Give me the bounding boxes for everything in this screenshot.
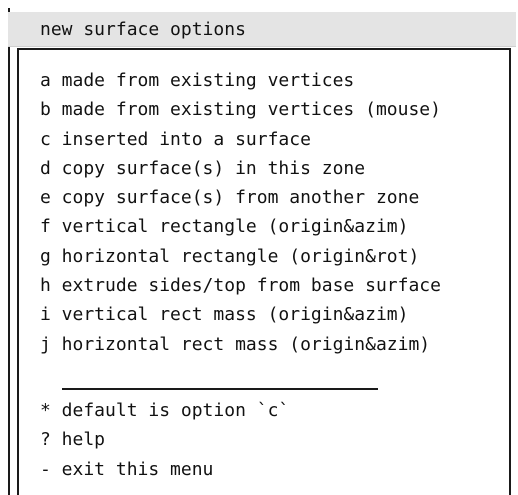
menu-options-list: a made from existing vertices b made fro… [40, 66, 441, 359]
menu-footer-list: * default is option `c` ? help - exit th… [40, 396, 289, 484]
left-edge-line [8, 8, 10, 495]
menu-item-j[interactable]: j horizontal rect mass (origin&azim) [40, 330, 441, 359]
help-item[interactable]: ? help [40, 425, 289, 454]
menu-item-d[interactable]: d copy surface(s) in this zone [40, 154, 441, 183]
menu-item-f[interactable]: f vertical rectangle (origin&azim) [40, 212, 441, 241]
exit-menu-item[interactable]: - exit this menu [40, 455, 289, 484]
menu-item-c[interactable]: c inserted into a surface [40, 125, 441, 154]
menu-item-i[interactable]: i vertical rect mass (origin&azim) [40, 300, 441, 329]
menu-item-h[interactable]: h extrude sides/top from base surface [40, 271, 441, 300]
menu-item-g[interactable]: g horizontal rectangle (origin&rot) [40, 242, 441, 271]
default-option-note: * default is option `c` [40, 400, 290, 421]
menu-item-b[interactable]: b made from existing vertices (mouse) [40, 95, 441, 124]
menu-item-a[interactable]: a made from existing vertices [40, 66, 441, 95]
menu-item-e[interactable]: e copy surface(s) from another zone [40, 183, 441, 212]
menu-title: new surface options [40, 19, 246, 40]
menu-separator [62, 388, 378, 390]
